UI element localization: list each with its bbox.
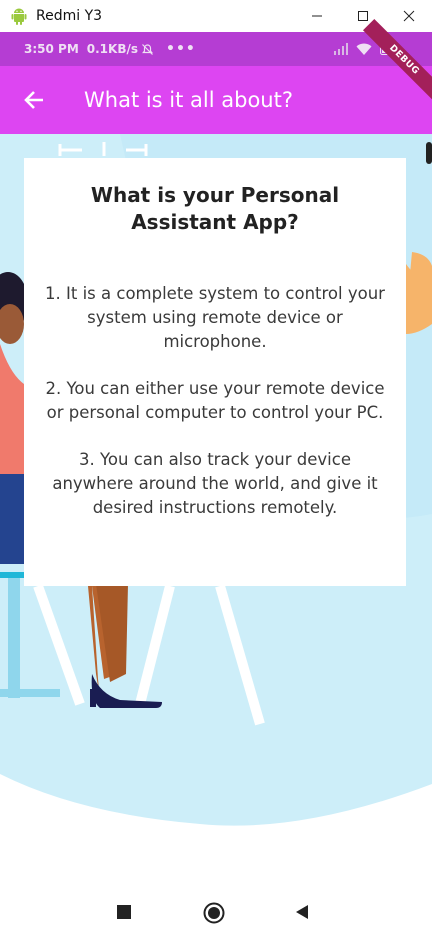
navigation-bar: [0, 874, 432, 941]
minimize-icon: [312, 15, 322, 17]
status-bar: 3:50 PM 0.1KB/s •••: [0, 32, 432, 66]
nav-back-button[interactable]: [294, 904, 310, 920]
card-points-list: 1. It is a complete system to control yo…: [24, 282, 406, 520]
app-bar: What is it all about?: [0, 66, 432, 134]
card-point-2: 2. You can either use your remote device…: [45, 379, 385, 422]
close-button[interactable]: [386, 0, 432, 32]
wifi-icon: [356, 43, 372, 55]
info-card: What is your Personal Assistant App? 1. …: [24, 158, 406, 586]
recents-icon: [117, 905, 131, 919]
status-time: 3:50 PM: [24, 42, 79, 56]
arrow-back-icon: [24, 91, 43, 109]
recents-button[interactable]: [116, 904, 132, 920]
window-controls: [294, 0, 432, 32]
signal-icon: [334, 43, 348, 55]
back-button[interactable]: [18, 84, 50, 116]
android-icon: [10, 7, 28, 25]
status-more-dots: •••: [166, 41, 196, 57]
close-icon: [403, 10, 415, 22]
home-button[interactable]: [203, 902, 225, 924]
emulator-window-title: Redmi Y3: [36, 8, 103, 24]
card-title: What is your Personal Assistant App?: [90, 183, 340, 234]
maximize-icon: [358, 11, 368, 21]
back-triangle-icon: [296, 905, 308, 919]
home-icon: [203, 902, 225, 924]
status-network-speed: 0.1KB/s: [86, 42, 138, 56]
mute-icon: [141, 43, 154, 56]
app-bar-title: What is it all about?: [84, 88, 293, 112]
minimize-button[interactable]: [294, 0, 340, 32]
card-point-3: 3. You can also track your device anywhe…: [52, 450, 378, 517]
card-point-1: 1. It is a complete system to control yo…: [45, 284, 385, 351]
